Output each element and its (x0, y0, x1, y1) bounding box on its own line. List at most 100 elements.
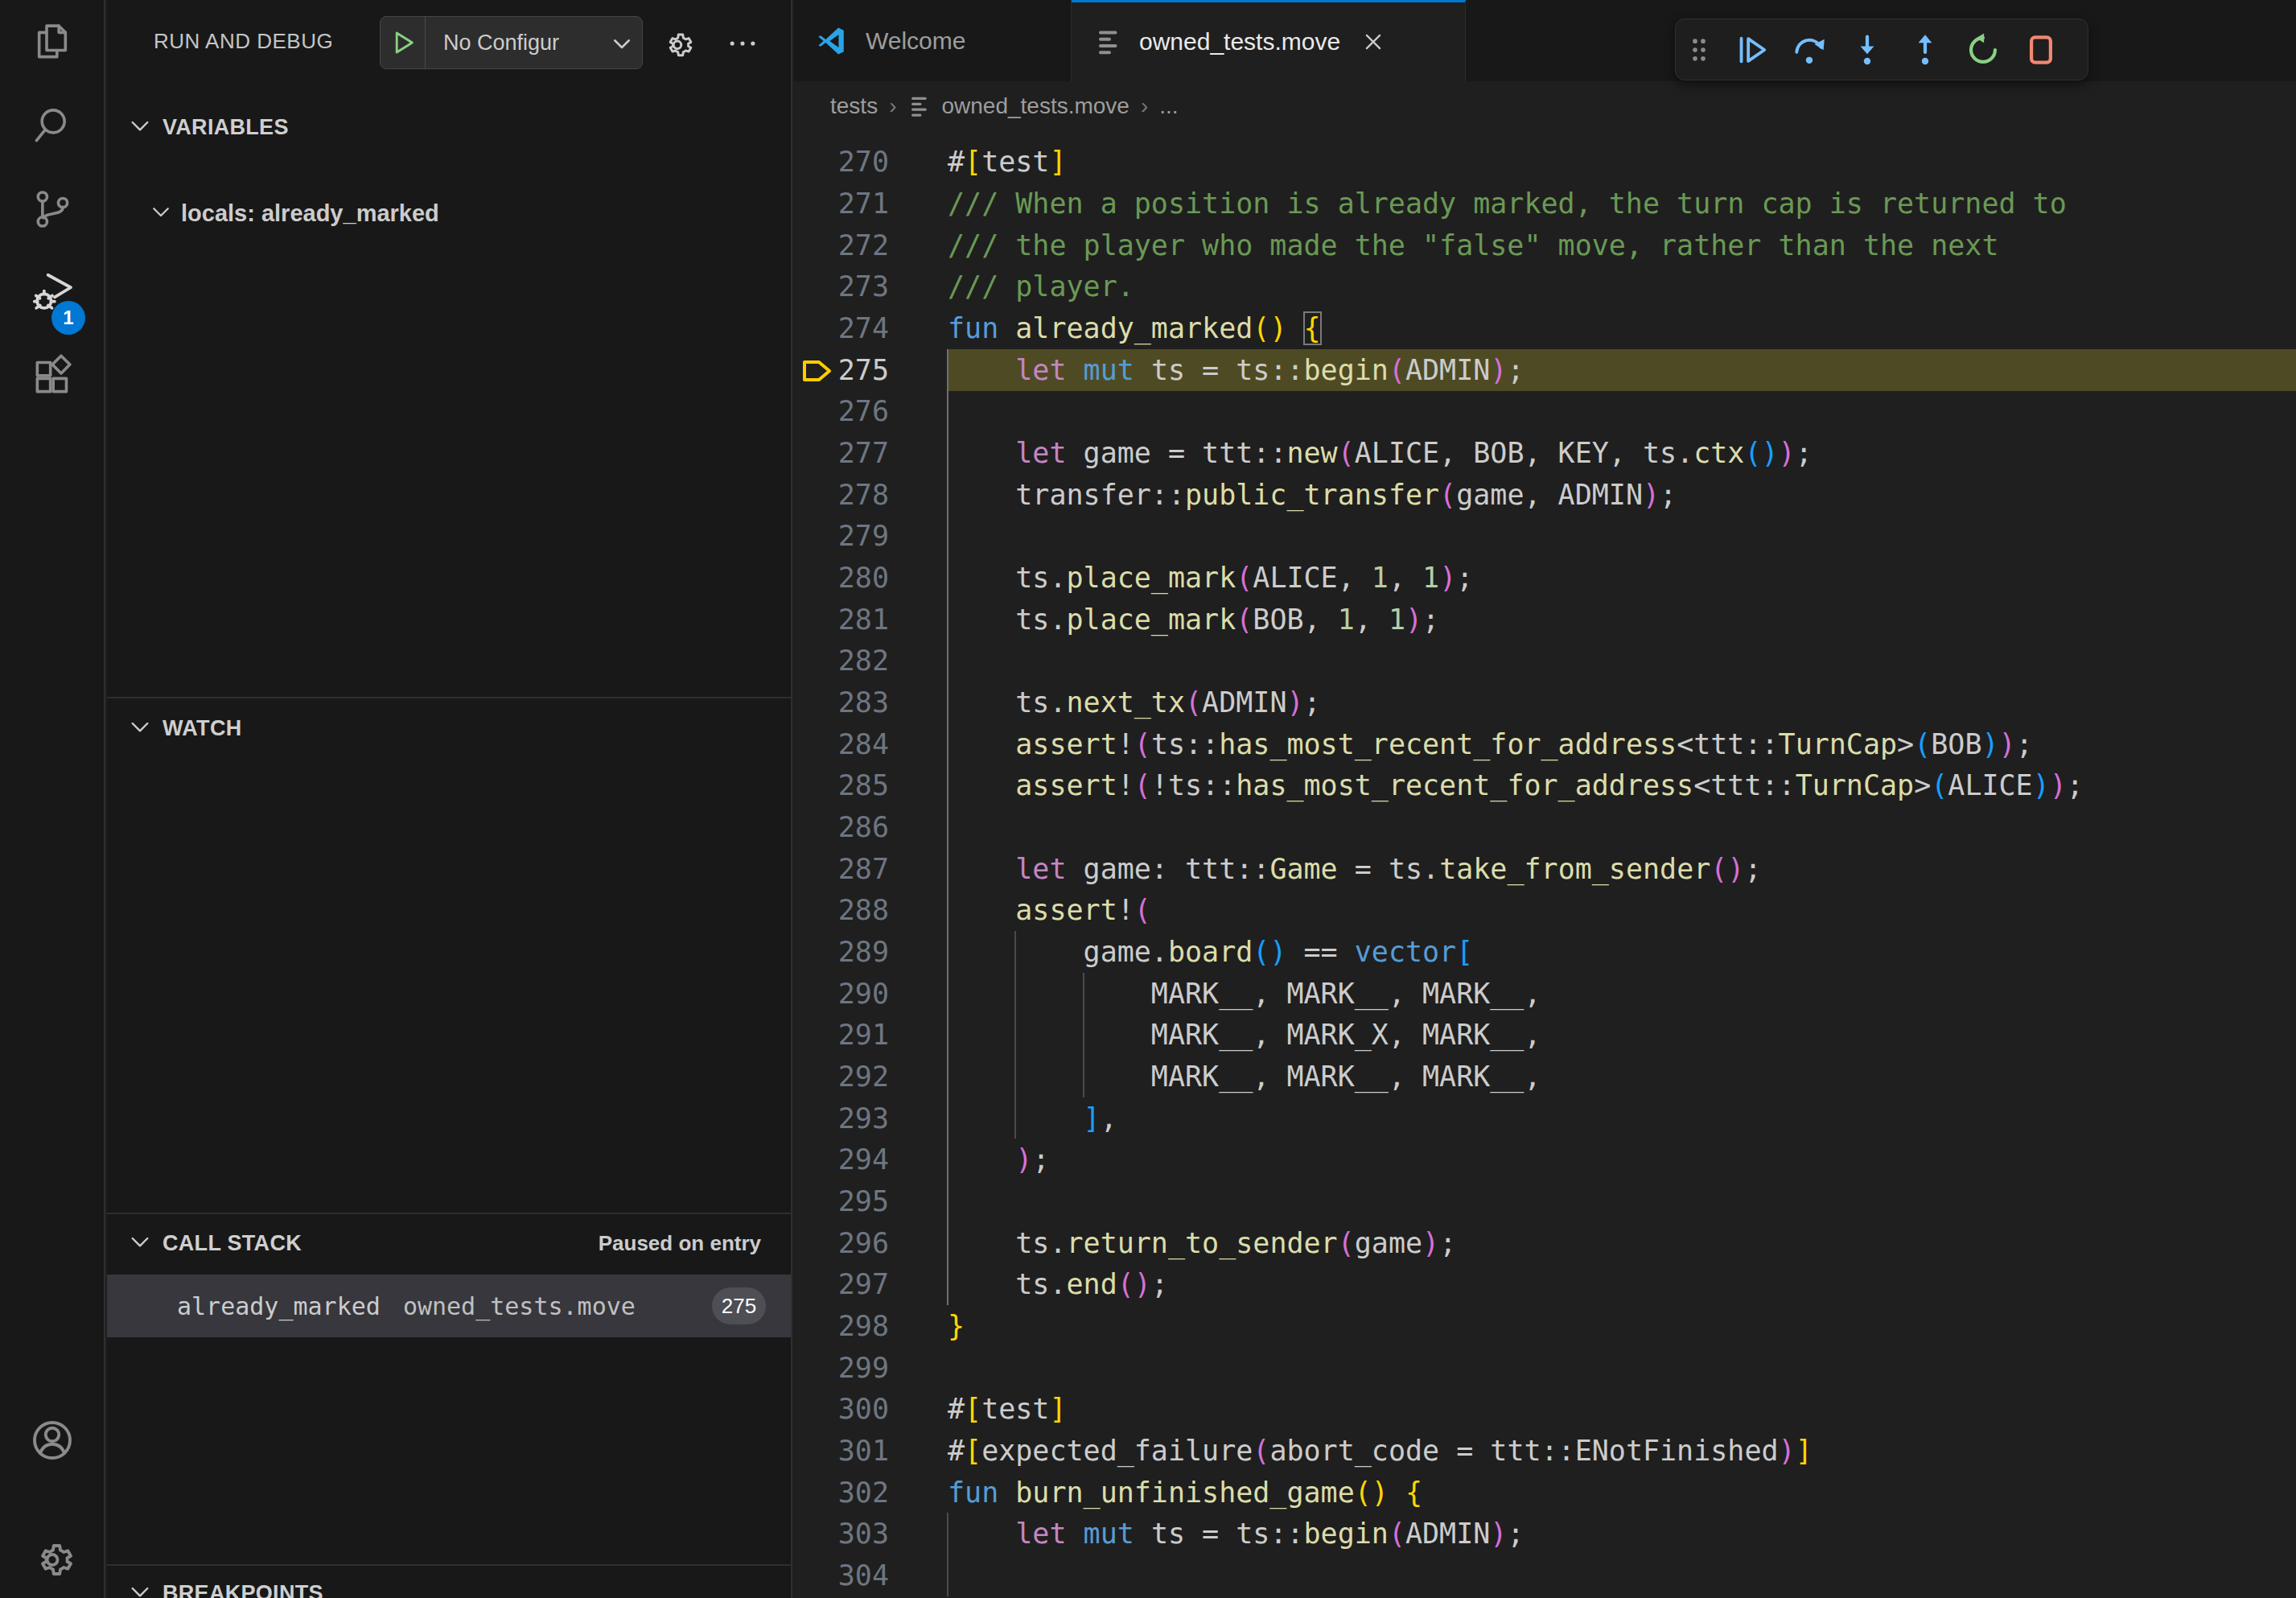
code-line: ], (948, 1098, 1117, 1139)
debug-config-button[interactable]: No Configur (380, 16, 643, 69)
line-number[interactable]: 278 (809, 474, 889, 516)
chevron-down-icon (610, 31, 634, 59)
section-label: BREAKPOINTS (163, 1581, 323, 1598)
section-divider (107, 1564, 791, 1566)
line-number[interactable]: 287 (809, 848, 889, 890)
section-variables[interactable]: VARIABLES (107, 103, 791, 151)
frame-name: already_marked (177, 1292, 381, 1320)
code-line: /// the player who made the "false" move… (948, 224, 1998, 266)
breadcrumb-folder[interactable]: tests (830, 93, 878, 119)
code-line: transfer::public_transfer(game, ADMIN); (948, 474, 1677, 516)
section-divider (107, 1213, 791, 1214)
line-number[interactable]: 275 (809, 349, 889, 391)
line-number[interactable]: 299 (809, 1347, 889, 1389)
line-number[interactable]: 300 (809, 1388, 889, 1430)
line-number[interactable]: 289 (809, 931, 889, 973)
line-number[interactable]: 270 (809, 141, 889, 183)
breadcrumb-file[interactable]: owned_tests.move (941, 93, 1129, 119)
activitybar-item-accounts[interactable] (0, 1398, 104, 1482)
breadcrumb-more[interactable]: ... (1159, 93, 1178, 119)
activitybar-item-run-and-debug[interactable]: 1 (0, 251, 104, 335)
debug-settings-gear-icon[interactable] (660, 26, 695, 64)
config-dropdown-label[interactable]: No Configur (426, 31, 612, 56)
code-line: let game: ttt::Game = ts.take_from_sende… (948, 848, 1762, 890)
close-icon[interactable] (1361, 30, 1385, 54)
line-number[interactable]: 277 (809, 432, 889, 474)
code-line: MARK__, MARK_X, MARK__, (948, 1014, 1541, 1056)
line-number[interactable]: 283 (809, 682, 889, 723)
chevron-down-icon (127, 1579, 153, 1598)
variables-scope-row[interactable]: locals: already_marked (107, 189, 791, 237)
activitybar-item-settings[interactable] (0, 1516, 104, 1598)
line-number[interactable]: 302 (809, 1472, 889, 1514)
line-number[interactable]: 304 (809, 1555, 889, 1596)
line-number[interactable]: 291 (809, 1014, 889, 1056)
code-line: ts.end(); (948, 1263, 1168, 1305)
section-call-stack[interactable]: CALL STACK Paused on entry (107, 1219, 791, 1267)
line-number[interactable]: 293 (809, 1098, 889, 1139)
restart-button[interactable] (1954, 24, 2012, 76)
drag-handle-icon[interactable] (1676, 31, 1722, 68)
continue-button[interactable] (1722, 24, 1780, 76)
call-stack-frame-row[interactable]: already_marked owned_tests.move 275 (107, 1275, 791, 1337)
line-number[interactable]: 294 (809, 1139, 889, 1180)
section-divider (107, 697, 791, 698)
file-icon (907, 94, 932, 118)
line-number[interactable]: 281 (809, 599, 889, 640)
start-debug-segment[interactable] (381, 17, 426, 68)
restart-icon (1965, 31, 2002, 68)
line-number[interactable]: 280 (809, 557, 889, 599)
activitybar-item-source-control[interactable] (0, 167, 104, 251)
search-icon (30, 103, 75, 148)
line-number[interactable]: 292 (809, 1056, 889, 1098)
line-number[interactable]: 284 (809, 723, 889, 765)
chevron-down-icon (127, 1229, 153, 1258)
line-number[interactable]: 296 (809, 1222, 889, 1264)
tab-owned-tests[interactable]: owned_tests.move (1072, 0, 1466, 81)
debug-badge: 1 (51, 301, 85, 335)
line-number[interactable]: 271 (809, 183, 889, 224)
section-watch[interactable]: WATCH (107, 704, 791, 752)
code-line: let game = ttt::new(ALICE, BOB, KEY, ts.… (948, 432, 1813, 474)
stop-icon (2022, 31, 2059, 68)
continue-icon (1733, 31, 1770, 68)
more-actions-icon[interactable] (725, 26, 760, 64)
file-icon (1094, 27, 1123, 56)
line-number[interactable]: 298 (809, 1305, 889, 1347)
code-line: ts.place_mark(ALICE, 1, 1); (948, 557, 1473, 599)
chevron-down-icon (149, 200, 173, 227)
section-breakpoints[interactable]: BREAKPOINTS (107, 1569, 791, 1598)
chevron-down-icon (127, 113, 153, 142)
line-number[interactable]: 290 (809, 973, 889, 1015)
step-out-button[interactable] (1896, 24, 1954, 76)
line-number[interactable]: 273 (809, 266, 889, 307)
line-number[interactable]: 276 (809, 390, 889, 432)
tab-welcome[interactable]: Welcome (794, 0, 1072, 81)
line-number[interactable]: 301 (809, 1430, 889, 1472)
code-line: assert!( (948, 889, 1151, 931)
activitybar-item-search[interactable] (0, 84, 104, 167)
step-out-icon (1907, 31, 1944, 68)
code-line: let mut ts = ts::begin(ADMIN); (948, 1513, 1524, 1555)
line-number[interactable]: 285 (809, 764, 889, 806)
activitybar-item-extensions[interactable] (0, 335, 104, 418)
line-number[interactable]: 282 (809, 640, 889, 682)
line-number[interactable]: 295 (809, 1180, 889, 1222)
activitybar-item-explorer[interactable] (0, 0, 104, 84)
line-number[interactable]: 279 (809, 515, 889, 557)
line-number[interactable]: 272 (809, 224, 889, 266)
line-number[interactable]: 297 (809, 1263, 889, 1305)
line-number[interactable]: 286 (809, 806, 889, 848)
section-label: CALL STACK (163, 1231, 302, 1256)
code-area[interactable]: 270#[test]271/// When a position is alre… (794, 131, 2296, 1598)
stop-button[interactable] (2012, 24, 2070, 76)
line-number[interactable]: 303 (809, 1513, 889, 1555)
line-number[interactable]: 274 (809, 307, 889, 349)
code-line: assert!(!ts::has_most_recent_for_address… (948, 764, 2084, 806)
frame-line-badge: 275 (712, 1287, 766, 1324)
step-into-button[interactable] (1838, 24, 1896, 76)
frame-file: owned_tests.move (403, 1292, 636, 1320)
step-over-button[interactable] (1780, 24, 1838, 76)
chevron-right-icon: › (1141, 93, 1148, 119)
line-number[interactable]: 288 (809, 889, 889, 931)
